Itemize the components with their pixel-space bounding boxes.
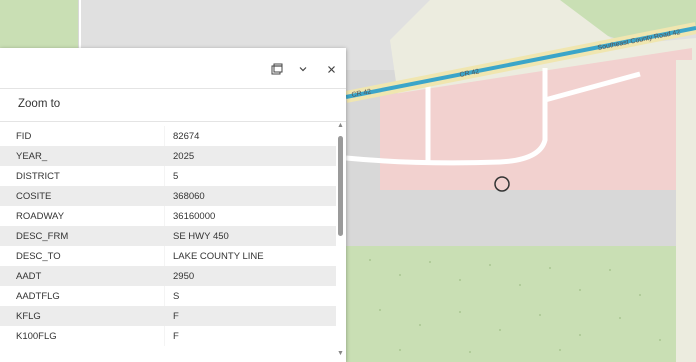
column-divider <box>164 166 165 186</box>
scroll-thumb[interactable] <box>338 136 343 236</box>
parcel-gray-strip <box>370 190 696 246</box>
table-row: AADTFLG S <box>0 286 336 306</box>
collapse-button[interactable] <box>292 58 314 80</box>
table-row: YEAR_ 2025 <box>0 146 336 166</box>
field-name: AADT <box>16 271 42 282</box>
field-value: SE HWY 450 <box>173 231 229 242</box>
field-value: 36160000 <box>173 211 216 222</box>
popup-header <box>0 48 346 89</box>
vegetation-area-top-left <box>0 0 78 48</box>
table-row: FID 82674 <box>0 126 336 146</box>
field-name: COSITE <box>16 191 52 202</box>
field-value: S <box>173 291 180 302</box>
parcel-area-lower <box>390 150 545 190</box>
table-row: K100FLG F <box>0 326 336 346</box>
column-divider <box>164 326 165 346</box>
field-name: DESC_FRM <box>16 231 69 242</box>
dock-button[interactable] <box>266 58 288 80</box>
field-value: 2950 <box>173 271 195 282</box>
column-divider <box>164 286 165 306</box>
scroll-down-arrow-icon[interactable]: ▼ <box>337 350 344 357</box>
field-value: 5 <box>173 171 179 182</box>
column-divider <box>164 126 165 146</box>
close-icon <box>327 65 335 73</box>
column-divider <box>164 206 165 226</box>
field-value: F <box>173 311 179 322</box>
field-name: FID <box>16 131 32 142</box>
field-value: 82674 <box>173 131 200 142</box>
scroll-up-arrow-icon[interactable]: ▲ <box>337 122 344 129</box>
table-row: COSITE 368060 <box>0 186 336 206</box>
column-divider <box>164 246 165 266</box>
table-row: AADT 2950 <box>0 266 336 286</box>
attribute-table: FID 82674 YEAR_ 2025 DISTRICT 5 COSITE 3… <box>0 126 336 362</box>
field-name: KFLG <box>16 311 41 322</box>
zoom-to-button[interactable]: Zoom to <box>18 98 60 110</box>
field-name: DISTRICT <box>16 171 60 182</box>
table-row: DISTRICT 5 <box>0 166 336 186</box>
field-value: LAKE COUNTY LINE <box>173 251 264 262</box>
field-name: ROADWAY <box>16 211 65 222</box>
vegetation-area-bottom <box>346 246 676 362</box>
field-name: YEAR_ <box>16 151 48 162</box>
chevron-down-icon <box>299 67 307 72</box>
close-button[interactable] <box>320 58 342 80</box>
zoom-to-row: Zoom to <box>0 89 346 122</box>
dock-icon <box>271 63 283 75</box>
field-name: AADTFLG <box>16 291 60 302</box>
table-row: DESC_FRM SE HWY 450 <box>0 226 336 246</box>
table-row: ROADWAY 36160000 <box>0 206 336 226</box>
table-row: KFLG F <box>0 306 336 326</box>
field-value: 2025 <box>173 151 195 162</box>
table-row: DESC_TO LAKE COUNTY LINE <box>0 246 336 266</box>
pale-strip-right <box>676 60 696 362</box>
field-name: DESC_TO <box>16 251 61 262</box>
field-name: K100FLG <box>16 331 57 342</box>
field-value: 368060 <box>173 191 205 202</box>
scrollbar[interactable]: ▲ ▼ <box>336 122 346 362</box>
field-value: F <box>173 331 179 342</box>
feature-popup: Zoom to FID 82674 YEAR_ 2025 DISTRICT 5 … <box>0 48 346 362</box>
